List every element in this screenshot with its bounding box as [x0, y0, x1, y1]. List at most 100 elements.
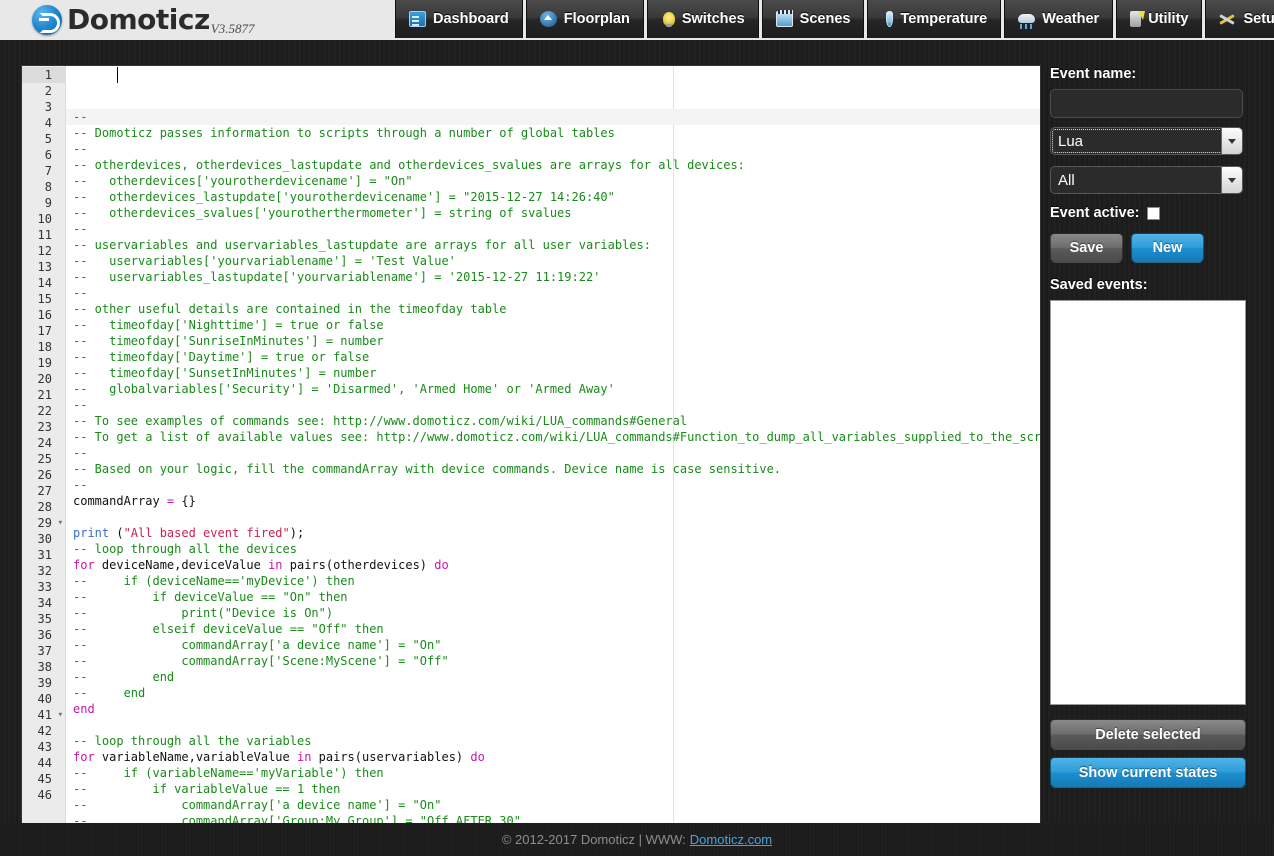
code-line[interactable]: -- uservariables and uservariables_lastu… — [66, 237, 1040, 253]
code-token: -- Domoticz passes information to script… — [73, 126, 615, 140]
nav-item-temperature[interactable]: Temperature — [867, 0, 1001, 38]
delete-selected-button[interactable]: Delete selected — [1050, 719, 1246, 750]
line-number: 32 — [22, 563, 65, 579]
code-line[interactable]: for deviceName,deviceValue in pairs(othe… — [66, 557, 1040, 573]
new-button[interactable]: New — [1131, 233, 1204, 263]
line-number: 4 — [22, 115, 65, 131]
code-line[interactable]: -- To see examples of commands see: http… — [66, 413, 1040, 429]
saved-events-label: Saved events: — [1050, 277, 1250, 293]
code-token: -- Based on your logic, fill the command… — [73, 462, 781, 476]
show-current-states-button[interactable]: Show current states — [1050, 757, 1246, 788]
code-line[interactable]: -- — [66, 285, 1040, 301]
code-line[interactable]: -- commandArray['Scene:MyScene'] = "Off" — [66, 653, 1040, 669]
code-line[interactable]: -- timeofday['Nighttime'] = true or fals… — [66, 317, 1040, 333]
domoticz-website-link[interactable]: Domoticz.com — [690, 832, 772, 847]
code-line[interactable]: commandArray = {} — [66, 493, 1040, 509]
code-line[interactable]: -- otherdevices['yourotherdevicename'] =… — [66, 173, 1040, 189]
code-line[interactable]: -- — [66, 109, 1040, 125]
code-line[interactable]: -- otherdevices, otherdevices_lastupdate… — [66, 157, 1040, 173]
code-line[interactable]: -- other useful details are contained in… — [66, 301, 1040, 317]
code-line[interactable]: -- Based on your logic, fill the command… — [66, 461, 1040, 477]
nav-item-dashboard[interactable]: Dashboard — [395, 0, 523, 38]
nav-item-weather[interactable]: Weather — [1004, 0, 1113, 38]
code-line[interactable]: -- uservariables_lastupdate['yourvariabl… — [66, 269, 1040, 285]
code-line[interactable]: -- elseif deviceValue == "Off" then — [66, 621, 1040, 637]
line-number: 9 — [22, 195, 65, 211]
code-line[interactable]: print ("All based event fired"); — [66, 525, 1040, 541]
editor-code-area[interactable]: ---- Domoticz passes information to scri… — [66, 66, 1040, 838]
code-token: -- commandArray['a device name'] = "On" — [73, 798, 441, 812]
line-number: 30 — [22, 531, 65, 547]
nav-item-floorplan[interactable]: Floorplan — [526, 0, 644, 38]
line-number: 29▾ — [22, 515, 65, 531]
thermometer-icon — [886, 11, 893, 27]
brand-logo[interactable]: Domoticz V3.5877 — [32, 0, 254, 40]
cloud-rain-icon — [1018, 14, 1035, 23]
nav-item-utility[interactable]: Utility — [1116, 0, 1202, 38]
code-line[interactable]: -- commandArray['a device name'] = "On" — [66, 797, 1040, 813]
code-line[interactable]: -- if variableValue == 1 then — [66, 781, 1040, 797]
line-number: 28 — [22, 499, 65, 515]
line-number: 19 — [22, 355, 65, 371]
code-line[interactable]: -- if (deviceName=='myDevice') then — [66, 573, 1040, 589]
event-type-select[interactable]: All — [1050, 166, 1243, 194]
code-token: -- To get a list of available values see… — [73, 430, 1040, 444]
code-line[interactable]: end — [66, 701, 1040, 717]
nav-item-switches[interactable]: Switches — [647, 0, 759, 38]
code-line[interactable]: -- uservariables['yourvariablename'] = '… — [66, 253, 1040, 269]
line-number: 20 — [22, 371, 65, 387]
fold-toggle-icon[interactable]: ▾ — [58, 515, 63, 531]
line-number: 37 — [22, 643, 65, 659]
code-line[interactable]: -- Domoticz passes information to script… — [66, 125, 1040, 141]
code-line[interactable]: -- timeofday['SunriseInMinutes'] = numbe… — [66, 333, 1040, 349]
code-line[interactable]: -- loop through all the variables — [66, 733, 1040, 749]
code-line[interactable]: -- if (variableName=='myVariable') then — [66, 765, 1040, 781]
code-token: -- — [73, 398, 87, 412]
code-line[interactable]: -- otherdevices_lastupdate['yourotherdev… — [66, 189, 1040, 205]
saved-events-list[interactable] — [1050, 300, 1246, 705]
nav-item-scenes[interactable]: Scenes — [762, 0, 865, 38]
code-line[interactable]: -- end — [66, 685, 1040, 701]
code-line[interactable] — [66, 509, 1040, 525]
event-type-value[interactable]: All — [1050, 166, 1243, 194]
event-language-value[interactable]: Lua — [1050, 127, 1243, 155]
code-line[interactable]: -- — [66, 141, 1040, 157]
save-button[interactable]: Save — [1050, 233, 1123, 263]
nav-label-setup: Setup — [1243, 12, 1274, 27]
chevron-down-icon[interactable] — [1221, 167, 1242, 193]
event-language-select[interactable]: Lua — [1050, 127, 1243, 155]
line-number: 39 — [22, 675, 65, 691]
code-token: -- uservariables and uservariables_lastu… — [73, 238, 651, 252]
code-line[interactable]: -- commandArray['a device name'] = "On" — [66, 637, 1040, 653]
code-line[interactable]: -- otherdevices_svalues['yourotherthermo… — [66, 205, 1040, 221]
code-line[interactable]: -- if deviceValue == "On" then — [66, 589, 1040, 605]
code-line[interactable]: -- — [66, 397, 1040, 413]
text-cursor — [117, 67, 118, 83]
event-name-input[interactable] — [1050, 89, 1243, 118]
code-line[interactable]: -- end — [66, 669, 1040, 685]
code-line[interactable]: -- timeofday['SunsetInMinutes'] = number — [66, 365, 1040, 381]
code-line[interactable] — [66, 717, 1040, 733]
chevron-down-icon[interactable] — [1221, 128, 1242, 154]
nav-item-setup[interactable]: Setup — [1205, 0, 1274, 38]
code-token: -- commandArray['Scene:MyScene'] = "Off" — [73, 654, 449, 668]
fold-toggle-icon[interactable]: ▾ — [58, 707, 63, 723]
code-token: -- timeofday['SunsetInMinutes'] = number — [73, 366, 376, 380]
code-line[interactable]: -- To get a list of available values see… — [66, 429, 1040, 445]
code-line[interactable]: for variableName,variableValue in pairs(… — [66, 749, 1040, 765]
line-number: 42 — [22, 723, 65, 739]
code-token: -- timeofday['Daytime'] = true or false — [73, 350, 369, 364]
event-action-buttons: Save New — [1050, 233, 1250, 263]
code-line[interactable]: -- — [66, 445, 1040, 461]
code-line[interactable]: -- timeofday['Daytime'] = true or false — [66, 349, 1040, 365]
code-token: ( — [109, 526, 123, 540]
code-line[interactable]: -- print("Device is On") — [66, 605, 1040, 621]
code-line[interactable]: -- globalvariables['Security'] = 'Disarm… — [66, 381, 1040, 397]
line-number: 41▾ — [22, 707, 65, 723]
lua-code-editor[interactable]: 1234567891011121314151617181920212223242… — [22, 66, 1040, 838]
code-line[interactable]: -- loop through all the devices — [66, 541, 1040, 557]
event-active-checkbox[interactable] — [1147, 207, 1160, 220]
code-line[interactable]: -- — [66, 221, 1040, 237]
code-token: -- loop through all the variables — [73, 734, 311, 748]
code-line[interactable]: -- — [66, 477, 1040, 493]
